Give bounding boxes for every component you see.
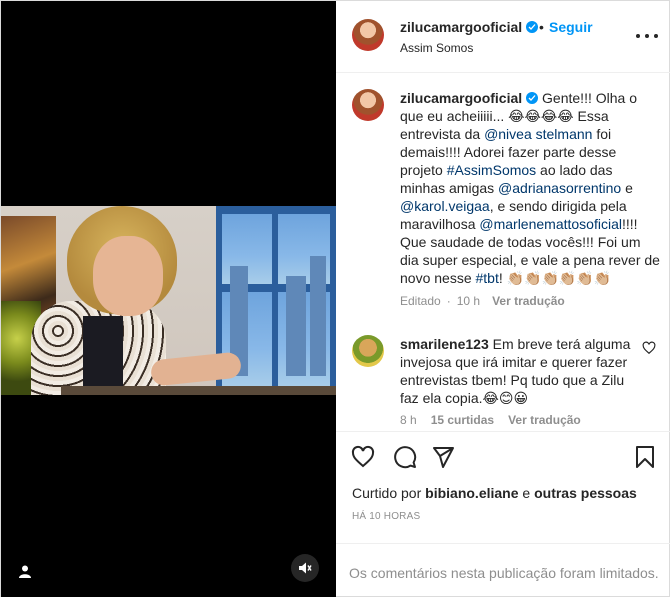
caption-avatar[interactable] [352, 89, 384, 121]
post-dialog: zilucamargooficial • Seguir Assim Somos … [0, 0, 670, 597]
translate-link[interactable]: Ver tradução [492, 294, 565, 308]
other-likers-link[interactable]: outras pessoas [534, 485, 637, 501]
comment-icon[interactable] [392, 444, 418, 470]
video-person-face [93, 236, 163, 316]
comment-like-heart-icon[interactable] [642, 341, 656, 355]
translate-link[interactable]: Ver tradução [508, 413, 581, 427]
separator-dot: • [539, 19, 544, 35]
verified-badge-icon [526, 21, 539, 33]
caption-username[interactable]: zilucamargooficial [400, 90, 522, 106]
post-header: zilucamargooficial • Seguir Assim Somos [336, 1, 670, 73]
video-frame[interactable] [1, 206, 336, 395]
mention-link[interactable]: @karol.veigaa [400, 198, 490, 214]
liked-by: Curtido por bibiano.eliane e outras pess… [352, 485, 637, 501]
follow-button[interactable]: Seguir [549, 19, 593, 35]
mention-link[interactable]: @marlenemattosoficial [479, 216, 622, 232]
post-actions-bar [336, 431, 670, 479]
heart-icon[interactable] [350, 444, 376, 470]
post-details-panel: zilucamargooficial • Seguir Assim Somos … [336, 1, 670, 597]
post-timestamp[interactable]: HÁ 10 HORAS [352, 511, 420, 522]
post-author-username[interactable]: zilucamargooficial [400, 19, 539, 35]
mention-link[interactable]: @nivea stelmann [484, 126, 592, 142]
bookmark-icon[interactable] [632, 444, 658, 470]
muted-audio-icon[interactable] [291, 554, 319, 582]
comments-section: zilucamargooficial Gente!!! Olha o que e… [336, 73, 670, 431]
hashtag-link[interactable]: #AssimSomos [447, 162, 536, 178]
post-location[interactable]: Assim Somos [400, 41, 473, 55]
hashtag-link[interactable]: #tbt [476, 270, 499, 286]
caption-meta: Editado · 10 h Ver tradução [400, 294, 565, 308]
send-icon[interactable] [430, 444, 456, 470]
comments-limited-notice: Os comentários nesta publicação foram li… [336, 543, 670, 597]
comment-username[interactable]: smarilene123 [400, 336, 489, 352]
liker-username[interactable]: bibiano.eliane [425, 485, 518, 501]
post-video[interactable] [1, 1, 336, 597]
comment: smarilene123 Em breve terá alguma invejo… [400, 336, 631, 406]
comment-meta: 8 h 15 curtidas Ver tradução [400, 413, 581, 427]
verified-badge-icon [526, 92, 539, 104]
avatar[interactable] [352, 19, 384, 51]
more-options-icon[interactable] [636, 28, 658, 44]
tagged-user-icon[interactable] [14, 560, 36, 582]
post-caption: zilucamargooficial Gente!!! Olha o que e… [400, 90, 660, 286]
comment-avatar[interactable] [352, 335, 384, 367]
comment-likes-count[interactable]: 15 curtidas [431, 413, 494, 427]
mention-link[interactable]: @adrianasorrentino [498, 180, 621, 196]
